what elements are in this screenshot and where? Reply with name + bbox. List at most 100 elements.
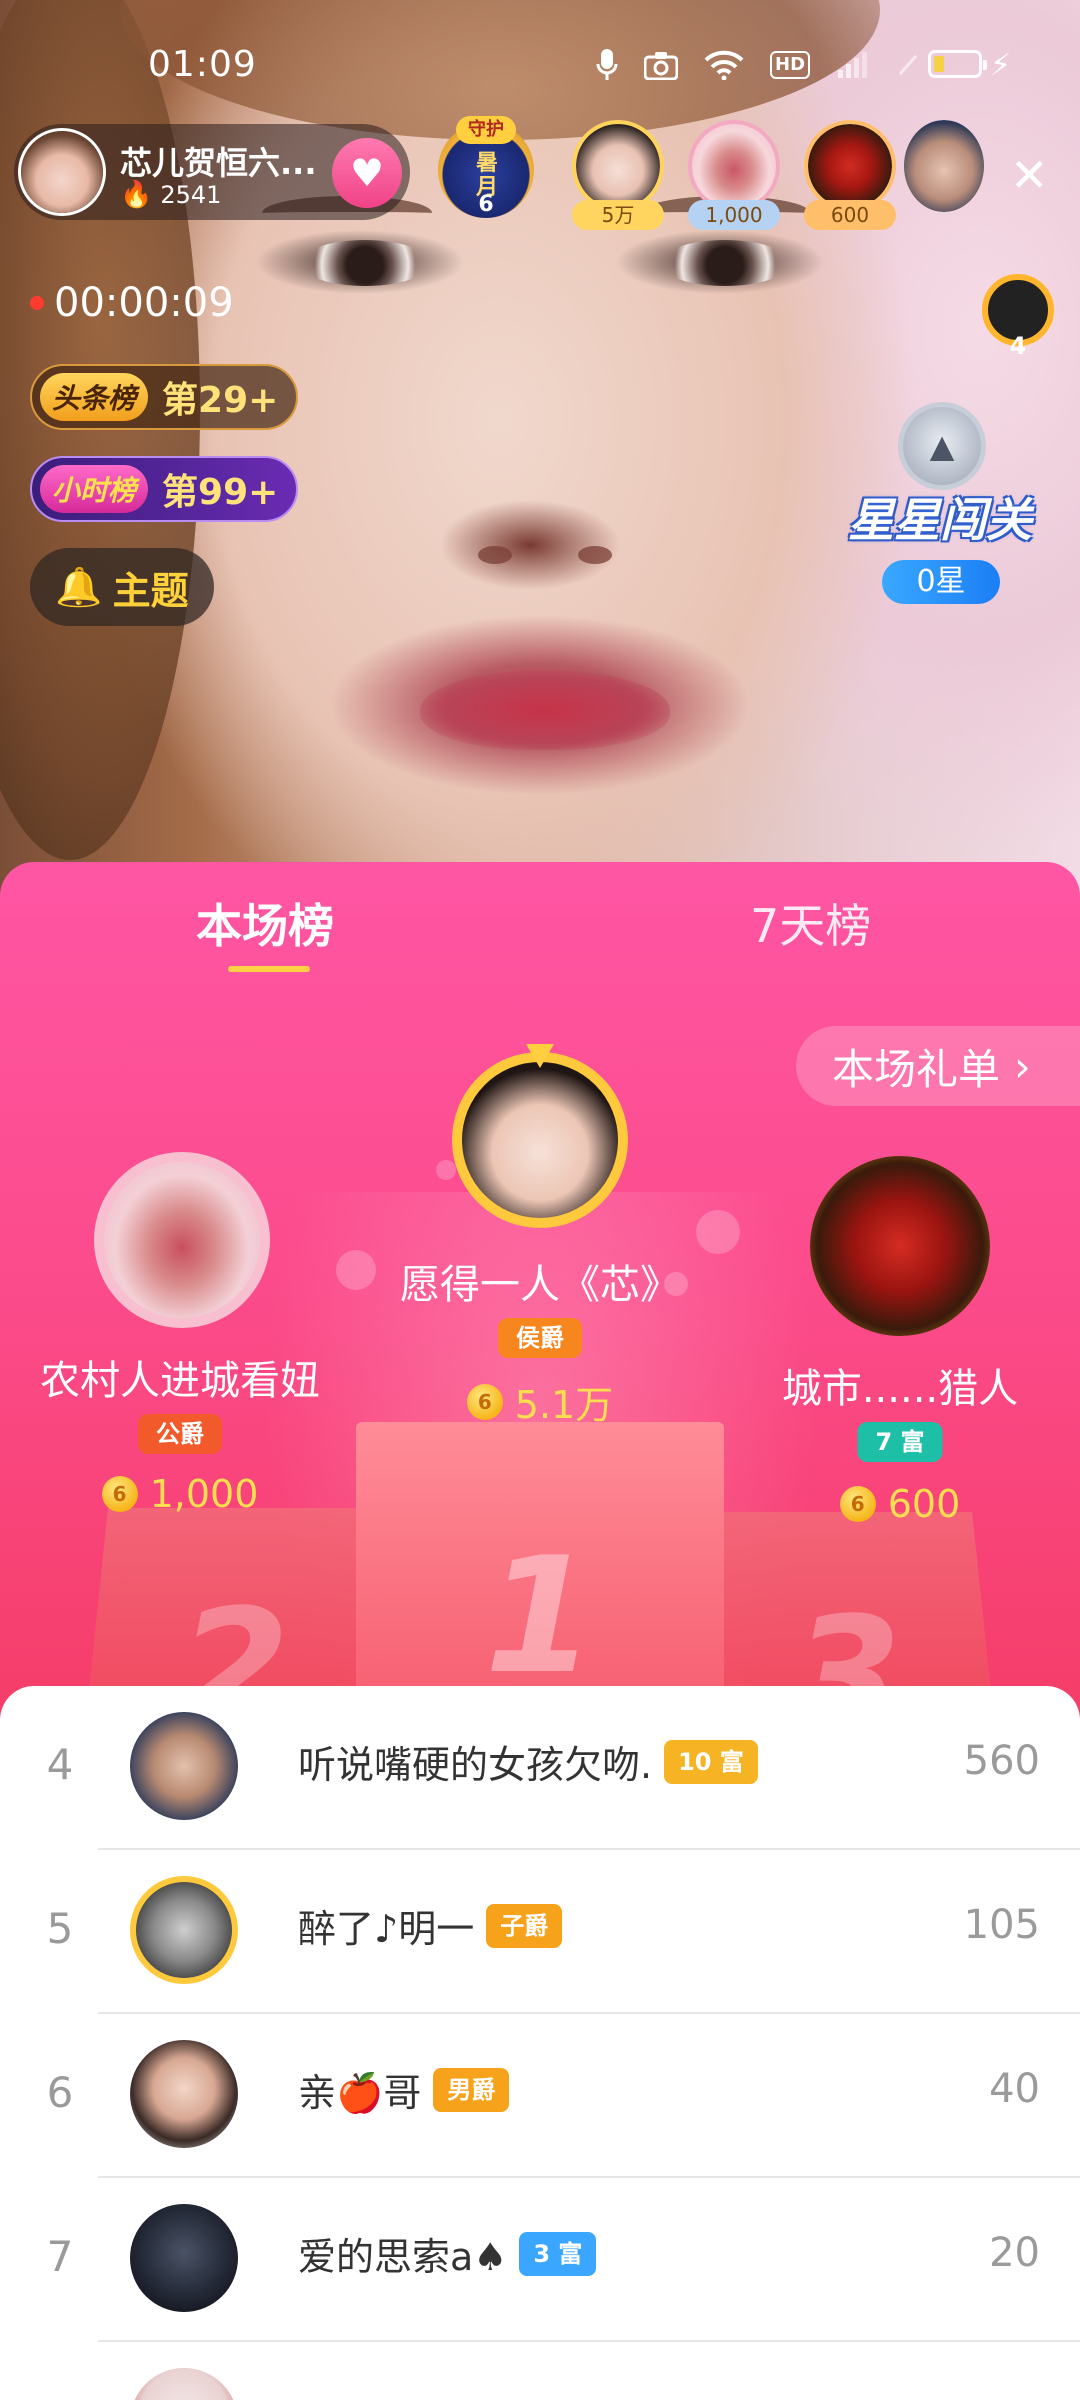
coin-icon: 6 bbox=[466, 1383, 503, 1420]
row-name-wrap: 醉了♪明一 子爵 bbox=[298, 1898, 563, 1953]
row-avatar[interactable] bbox=[130, 2204, 238, 2312]
close-icon[interactable]: ✕ bbox=[1010, 148, 1049, 202]
row-badge: 子爵 bbox=[486, 1903, 563, 1948]
bell-icon: 🔔 bbox=[55, 564, 103, 609]
tab-session-rank[interactable]: 本场榜 bbox=[196, 890, 334, 956]
row-name-wrap: 亲🍎哥 男爵 bbox=[298, 2062, 510, 2117]
list-item[interactable]: 5 醉了♪明一 子爵 105 bbox=[0, 1850, 1080, 2014]
row-value: 105 bbox=[963, 1902, 1040, 1948]
host-heat-value: 2541 bbox=[160, 181, 222, 209]
star-game-stars: 0星 bbox=[882, 560, 1000, 604]
camera-icon bbox=[644, 50, 678, 80]
host-avatar[interactable] bbox=[18, 128, 106, 216]
headline-rank-tag[interactable]: 头条榜 第29+ bbox=[30, 364, 299, 430]
hourly-rank-badge: 小时榜 bbox=[40, 465, 149, 513]
viewer-avatar[interactable] bbox=[572, 120, 664, 212]
viewer-avatar[interactable] bbox=[688, 120, 780, 212]
row-badge: 10 富 bbox=[664, 1739, 758, 1784]
second-badge: 公爵 bbox=[138, 1414, 222, 1454]
top-viewer-3[interactable]: 600 bbox=[798, 120, 902, 230]
viewer-count: 5万 bbox=[572, 200, 664, 230]
row-rank: 6 bbox=[46, 2068, 74, 2117]
star-game-widget[interactable]: ▲ 星星闯关 0星 bbox=[840, 398, 1040, 608]
row-value: 40 bbox=[989, 2066, 1040, 2112]
list-item-partial[interactable] bbox=[0, 2342, 1080, 2400]
hourly-rank-tag[interactable]: 小时榜 第99+ bbox=[30, 456, 299, 522]
top-viewer-2[interactable]: 1,000 bbox=[682, 120, 786, 230]
third-avatar[interactable] bbox=[810, 1156, 990, 1336]
theme-button[interactable]: 🔔 主题 bbox=[30, 548, 214, 626]
row-badge: 3 富 bbox=[519, 2231, 597, 2276]
podium-number-1: 1 bbox=[484, 1522, 596, 1709]
first-score-value: 5.1万 bbox=[514, 1383, 614, 1427]
third-badge: 7 富 bbox=[857, 1422, 943, 1462]
row-name: 醉了♪明一 bbox=[298, 1907, 475, 1951]
row-name-wrap: 爱的思索a♠ 3 富 bbox=[298, 2226, 597, 2281]
second-name: 农村人进城看妞 bbox=[40, 1358, 320, 1404]
headline-rank-text: 第29+ bbox=[162, 380, 279, 421]
host-heat: 🔥 2541 bbox=[120, 180, 221, 210]
second-score-value: 1,000 bbox=[149, 1472, 259, 1516]
viewer-count: 1,000 bbox=[688, 200, 780, 230]
host-info[interactable]: 芯儿贺恒六... 🔥 2541 ♥ bbox=[14, 124, 410, 220]
shield-icon: ▲ bbox=[898, 402, 986, 490]
coin-icon: 6 bbox=[839, 1486, 876, 1522]
top-rank-first[interactable]: 愿得一人《芯》 侯爵 6 5.1万 bbox=[330, 1044, 750, 1452]
row-avatar[interactable] bbox=[130, 2368, 238, 2400]
active-tab-underline bbox=[228, 966, 310, 972]
gift-list-button[interactable]: 本场礼单 › bbox=[796, 1026, 1080, 1106]
row-rank: 7 bbox=[46, 2232, 74, 2281]
guard-number: 6 bbox=[478, 192, 494, 217]
row-avatar[interactable] bbox=[130, 1876, 238, 1984]
row-name: 听说嘴硬的女孩欠吻. bbox=[298, 1743, 653, 1787]
coin-icon: 6 bbox=[101, 1476, 138, 1512]
top-rank-second[interactable]: 农村人进城看妞 公爵 6 1,000 bbox=[20, 1152, 340, 1552]
live-timer: 00:00:09 bbox=[30, 280, 234, 326]
guard-badge[interactable]: 守护 暑月 6 bbox=[426, 116, 546, 224]
top-rank-third[interactable]: 城市......猎人 7 富 6 600 bbox=[740, 1156, 1060, 1556]
status-bar: 01:09 HD ⚡ bbox=[0, 0, 1080, 120]
battery-icon bbox=[928, 50, 987, 78]
first-name: 愿得一人《芯》 bbox=[400, 1262, 680, 1308]
recording-dot-icon bbox=[30, 296, 44, 310]
wifi-icon bbox=[704, 50, 744, 80]
first-score: 6 5.1万 bbox=[330, 1374, 750, 1429]
list-item[interactable]: 6 亲🍎哥 男爵 40 bbox=[0, 2014, 1080, 2178]
viewer-avatar[interactable] bbox=[804, 120, 896, 212]
microphone-icon bbox=[596, 48, 618, 82]
list-item[interactable]: 7 爱的思索a♠ 3 富 20 bbox=[0, 2178, 1080, 2342]
star-game-title: 星星闯关 bbox=[848, 493, 1032, 547]
tab-7day-rank[interactable]: 7天榜 bbox=[750, 890, 871, 956]
chevron-right-icon: › bbox=[1014, 1041, 1031, 1091]
top-viewer-4[interactable] bbox=[900, 120, 990, 230]
rank-list: 4 听说嘴硬的女孩欠吻. 10 富 560 5 醉了♪明一 子爵 105 6 亲… bbox=[0, 1686, 1080, 2400]
row-badge: 男爵 bbox=[433, 2067, 510, 2112]
second-avatar[interactable] bbox=[94, 1152, 270, 1328]
row-avatar[interactable] bbox=[130, 1712, 238, 1820]
list-item[interactable]: 4 听说嘴硬的女孩欠吻. 10 富 560 bbox=[0, 1686, 1080, 1850]
theme-label: 主题 bbox=[112, 568, 189, 613]
status-time: 01:09 bbox=[148, 44, 257, 85]
flame-icon: 🔥 bbox=[120, 180, 153, 210]
follow-heart-button[interactable]: ♥ bbox=[332, 138, 402, 208]
third-score: 6 600 bbox=[740, 1482, 1060, 1526]
top-viewer-1[interactable]: 5万 bbox=[566, 120, 670, 230]
guard-label: 守护 bbox=[456, 116, 516, 144]
first-avatar[interactable] bbox=[452, 1052, 628, 1228]
headline-rank-badge: 头条榜 bbox=[40, 373, 149, 421]
side-guard-badge[interactable]: 4 bbox=[974, 270, 1062, 370]
hd-voice-icon: HD bbox=[770, 51, 811, 79]
row-rank: 4 bbox=[46, 1740, 74, 1789]
row-avatar[interactable] bbox=[130, 2040, 238, 2148]
viewer-avatar[interactable] bbox=[904, 120, 984, 212]
row-name: 亲🍎哥 bbox=[298, 2071, 422, 2115]
no-signal-icon bbox=[896, 50, 920, 80]
row-value: 560 bbox=[963, 1738, 1040, 1784]
third-score-value: 600 bbox=[887, 1482, 961, 1526]
signal-icon bbox=[836, 50, 870, 80]
second-score: 6 1,000 bbox=[20, 1472, 340, 1516]
first-badge: 侯爵 bbox=[498, 1318, 582, 1358]
live-timer-text: 00:00:09 bbox=[54, 280, 234, 326]
row-value: 20 bbox=[989, 2230, 1040, 2276]
row-name-wrap: 听说嘴硬的女孩欠吻. 10 富 bbox=[298, 1734, 758, 1789]
